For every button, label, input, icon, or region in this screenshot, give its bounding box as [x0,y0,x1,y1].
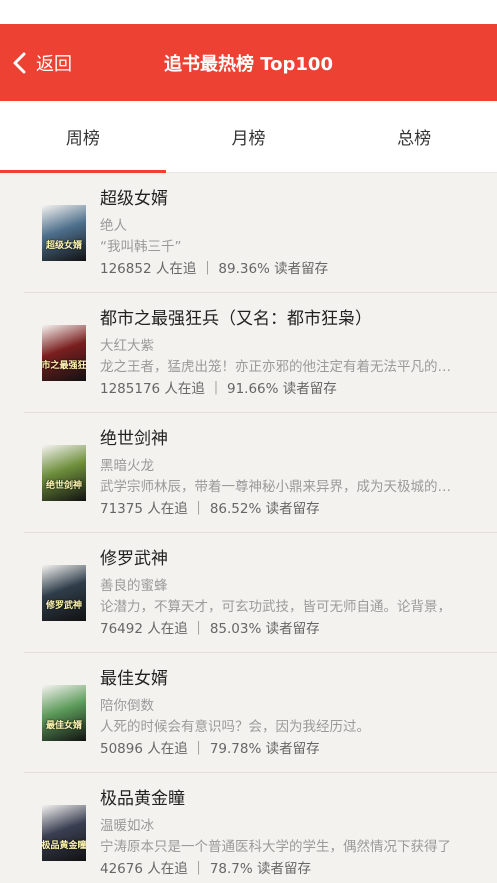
tab-monthly[interactable]: 月榜 [166,101,332,172]
cover-title-art: 超级女婿 [45,240,82,251]
book-list-item[interactable]: 修罗武神 修罗武神 善良的蜜蜂 论潜力，不算天才，可玄功武技，皆可无师自通。论背… [24,533,497,653]
book-stats: 1285176 人在追 ｜ 91.66% 读者留存 [100,380,337,397]
book-stats: 76492 人在追 ｜ 85.03% 读者留存 [100,620,320,637]
book-cover: 超级女婿 [42,204,86,261]
book-title: 绝世剑神 [100,428,168,449]
book-cover: 绝世剑神 [42,444,86,501]
cover-title-art: 都市之最强狂兵 [42,360,86,371]
status-bar [0,0,497,24]
book-list-item[interactable]: 超级女婿 超级女婿 绝人 “我叫韩三千” 126852 人在追 ｜ 89.36%… [24,173,497,293]
book-description: 宁涛原本只是一个普通医科大学的学生，偶然情况下获得了 [100,838,451,855]
book-list-item[interactable]: 都市之最强狂兵 都市之最强狂兵（又名：都市狂枭） 大红大紫 龙之王者，猛虎出笼！… [24,293,497,413]
book-author: 大红大紫 [100,337,154,354]
tab-bar: 周榜 月榜 总榜 [0,101,497,173]
book-author: 绝人 [100,217,127,234]
book-title: 修罗武神 [100,548,168,569]
chevron-left-icon [13,52,26,73]
book-author: 陪你倒数 [100,697,154,714]
book-description: 人死的时候会有意识吗？会，因为我经历过。 [100,718,370,735]
book-title: 最佳女婿 [100,668,168,689]
tab-overall[interactable]: 总榜 [331,101,497,172]
book-cover: 都市之最强狂兵 [42,324,86,381]
book-title: 极品黄金瞳 [100,788,185,809]
book-cover: 最佳女婿 [42,684,86,741]
book-description: 龙之王者，猛虎出笼！亦正亦邪的他注定有着无法平凡的人生 [100,358,453,375]
book-stats: 42676 人在追 ｜ 78.7% 读者留存 [100,860,311,877]
cover-title-art: 极品黄金瞳 [42,840,86,851]
nav-bar: 返回 追书最热榜 Top100 [0,24,497,101]
cover-title-art: 绝世剑神 [45,480,82,491]
cover-title-art: 最佳女婿 [45,720,82,731]
book-list-item[interactable]: 绝世剑神 绝世剑神 黑暗火龙 武学宗师林辰，带着一尊神秘小鼎来异界，成为天极城的… [24,413,497,533]
book-stats: 71375 人在追 ｜ 86.52% 读者留存 [100,500,320,517]
book-cover: 修罗武神 [42,564,86,621]
book-author: 善良的蜜蜂 [100,577,168,594]
book-author: 黑暗火龙 [100,457,154,474]
book-stats: 50896 人在追 ｜ 79.78% 读者留存 [100,740,320,757]
book-author: 温暖如冰 [100,817,154,834]
book-cover: 极品黄金瞳 [42,804,86,861]
book-list-item[interactable]: 最佳女婿 最佳女婿 陪你倒数 人死的时候会有意识吗？会，因为我经历过。 5089… [24,653,497,773]
book-stats: 126852 人在追 ｜ 89.36% 读者留存 [100,260,329,277]
book-description: “我叫韩三千” [100,238,182,255]
book-list: 超级女婿 超级女婿 绝人 “我叫韩三千” 126852 人在追 ｜ 89.36%… [0,173,497,883]
book-description: 武学宗师林辰，带着一尊神秘小鼎来异界，成为天极城的一名 [100,478,453,495]
book-title: 超级女婿 [100,188,168,209]
book-description: 论潜力，不算天才，可玄功武技，皆可无师自通。论背景， [100,598,451,615]
back-button[interactable]: 返回 [10,24,72,101]
book-title: 都市之最强狂兵（又名：都市狂枭） [100,308,372,329]
book-list-item[interactable]: 极品黄金瞳 极品黄金瞳 温暖如冰 宁涛原本只是一个普通医科大学的学生，偶然情况下… [24,773,497,883]
back-label: 返回 [36,53,72,75]
page-title: 追书最热榜 Top100 [164,53,333,75]
cover-title-art: 修罗武神 [45,600,82,611]
tab-weekly[interactable]: 周榜 [0,101,166,173]
